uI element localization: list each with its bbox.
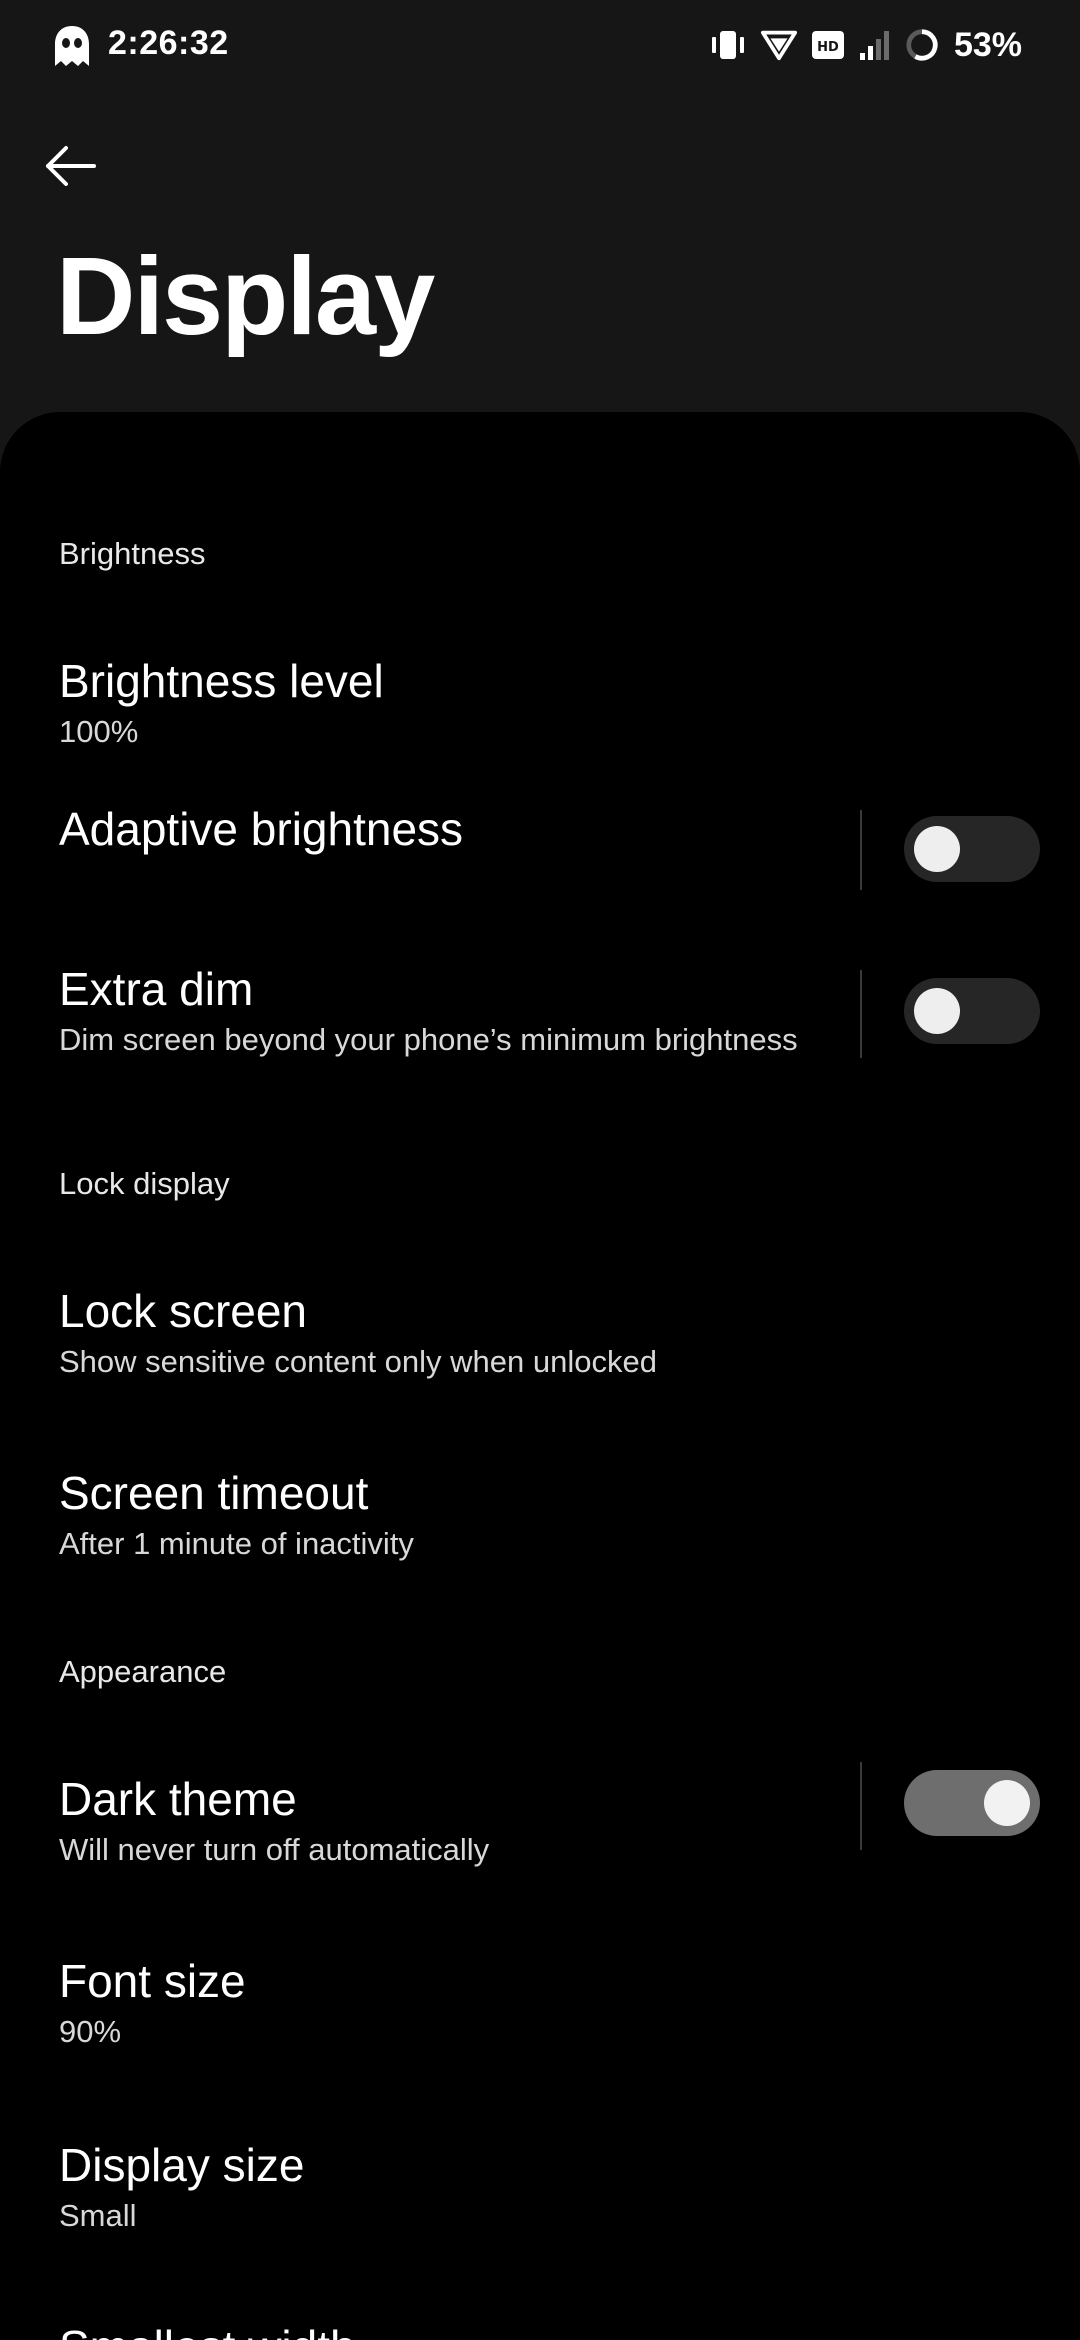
battery-icon [906, 29, 938, 61]
brightness-level-title: Brightness level [59, 655, 384, 707]
screen-timeout-item[interactable]: Screen timeout After 1 minute of inactiv… [0, 1422, 1080, 1592]
battery-percentage: 53% [953, 25, 1022, 64]
font-size-item[interactable]: Font size 90% [0, 1912, 1080, 2082]
toggle-knob [914, 988, 960, 1034]
section-header-brightness: Brightness [59, 536, 206, 571]
status-time: 2:26:32 [108, 24, 229, 62]
smallest-width-title: Smallest width [59, 2320, 356, 2340]
arrow-left-icon [46, 146, 96, 186]
display-settings-screen: 2:26:32 HD 53% Display Brightness Bright… [0, 0, 1080, 2340]
divider [860, 810, 862, 890]
wifi-icon [760, 30, 797, 61]
toggle-knob [984, 1780, 1030, 1826]
screen-timeout-title: Screen timeout [59, 1467, 369, 1519]
brightness-level-value: 100% [59, 714, 139, 749]
dark-theme-description: Will never turn off automatically [59, 1832, 490, 1867]
hd-icon: HD [811, 31, 844, 59]
svg-text:HD: HD [817, 40, 839, 55]
display-size-title: Display size [59, 2139, 305, 2191]
font-size-value: 90% [59, 2014, 122, 2049]
section-header-appearance: Appearance [59, 1654, 227, 1689]
status-icons: HD 53% [708, 22, 1022, 68]
signal-icon [859, 31, 889, 60]
dark-theme-toggle[interactable] [904, 1770, 1040, 1836]
extra-dim-title: Extra dim [59, 963, 254, 1015]
display-size-item[interactable]: Display size Small [0, 2094, 1080, 2264]
divider [860, 1762, 862, 1850]
dark-theme-title: Dark theme [59, 1773, 297, 1825]
status-bar: 2:26:32 HD 53% [0, 0, 1080, 90]
section-header-lock-display: Lock display [59, 1166, 230, 1201]
page-title: Display [56, 235, 435, 358]
lock-screen-description: Show sensitive content only when unlocke… [59, 1344, 657, 1379]
adaptive-brightness-toggle[interactable] [904, 816, 1040, 882]
settings-panel: Brightness Brightness level 100% Adaptiv… [0, 412, 1080, 2340]
display-size-value: Small [59, 2198, 137, 2233]
font-size-title: Font size [59, 1955, 246, 2007]
toggle-knob [914, 826, 960, 872]
lock-screen-title: Lock screen [59, 1285, 308, 1337]
extra-dim-description: Dim screen beyond your phone’s minimum b… [59, 1022, 798, 1057]
adaptive-brightness-title: Adaptive brightness [59, 803, 464, 855]
divider [860, 970, 862, 1058]
vibrate-icon [711, 31, 744, 59]
ghost-icon [55, 26, 89, 66]
brightness-level-item[interactable]: Brightness level 100% [0, 610, 1080, 760]
back-button[interactable] [42, 140, 100, 192]
smallest-width-item[interactable]: Smallest width [0, 2276, 1080, 2340]
lock-screen-item[interactable]: Lock screen Show sensitive content only … [0, 1240, 1080, 1410]
screen-timeout-value: After 1 minute of inactivity [59, 1526, 414, 1561]
extra-dim-toggle[interactable] [904, 978, 1040, 1044]
